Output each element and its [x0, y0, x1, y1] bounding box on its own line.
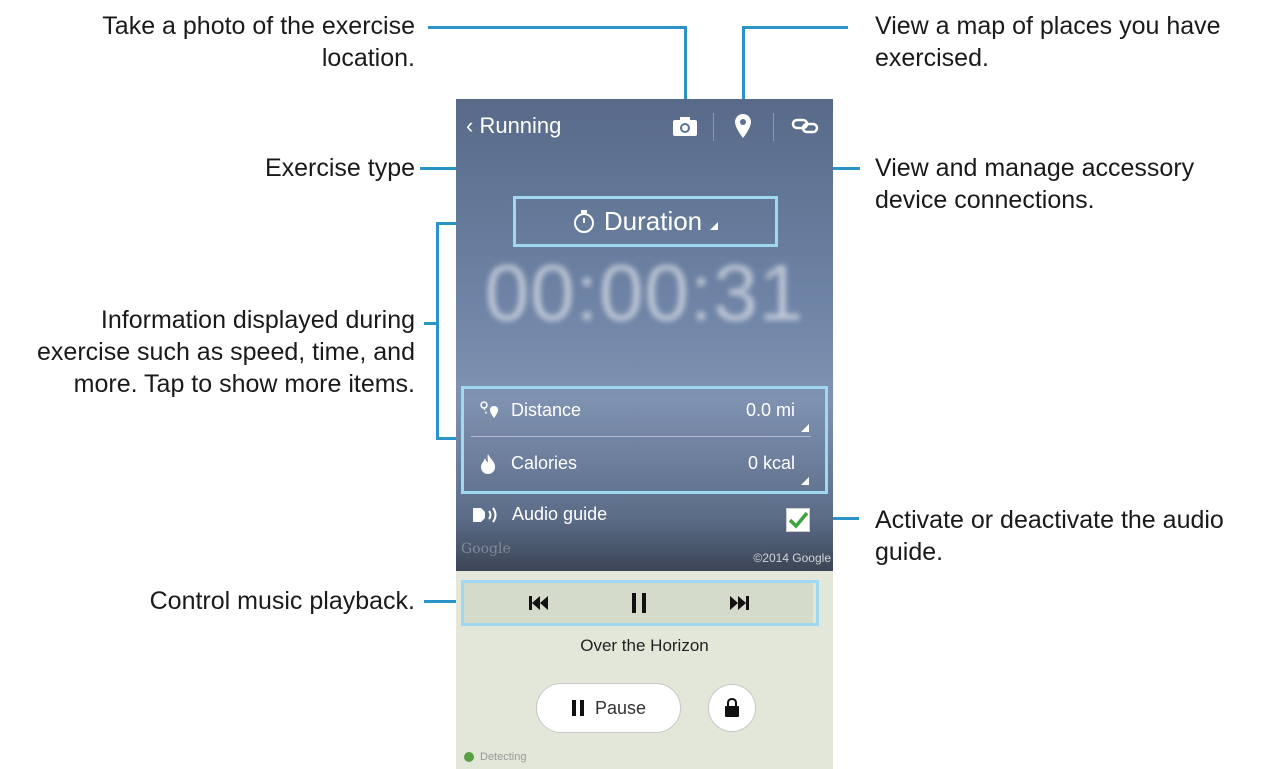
duration-label: Duration: [603, 205, 703, 236]
callout-music: Control music playback.: [60, 585, 415, 617]
callout-map: View a map of places you have exercised.: [875, 10, 1275, 74]
callout-accessory-line2: device connections.: [875, 186, 1095, 214]
callout-accessory-line1: View and manage accessory: [875, 154, 1195, 182]
camera-icon: [673, 117, 697, 136]
duration-selector[interactable]: Duration: [516, 197, 774, 245]
top-separator-2: [773, 113, 774, 141]
callout-line-map-h: [742, 26, 848, 29]
back-button[interactable]: ‹ Running: [466, 113, 561, 139]
callout-info-line1: Information displayed during: [100, 306, 415, 334]
flame-icon: [479, 453, 497, 480]
callout-photo-line2: location.: [321, 44, 415, 72]
timer-display: 00:00:31: [484, 248, 805, 337]
stopwatch-icon: [573, 210, 594, 233]
song-title: Over the Horizon: [580, 636, 709, 655]
phone-screen: ‹ Running Duration 00:00:31 Distance 0.0…: [456, 99, 833, 769]
corner-triangle-icon: [801, 477, 809, 485]
google-watermark: Google: [461, 541, 511, 557]
calories-label: Calories: [511, 453, 578, 473]
info-row-distance[interactable]: Distance 0.0 mi: [471, 386, 811, 436]
callout-type: Exercise type: [100, 152, 415, 184]
camera-button[interactable]: [668, 111, 702, 141]
pause-icon: [571, 700, 584, 716]
music-highlight: [461, 580, 819, 626]
map-button[interactable]: [726, 111, 760, 141]
top-bar: ‹ Running: [456, 99, 833, 155]
bottom-panel: Over the Horizon Pause Detecting: [456, 571, 833, 769]
callout-photo: Take a photo of the exercise location.: [40, 10, 415, 74]
exercise-type-label: Running: [479, 113, 562, 138]
checkmark-icon: [788, 511, 809, 529]
distance-value: 0.0 mi: [745, 400, 795, 420]
link-icon: [791, 118, 819, 134]
calories-value: 0 kcal: [747, 453, 795, 473]
callout-line-info-v: [436, 222, 439, 440]
audio-guide-label: Audio guide: [512, 504, 608, 524]
corner-triangle-icon: [801, 424, 809, 432]
gps-status: Detecting: [464, 751, 526, 763]
callout-audio-line1: Activate or deactivate the audio: [875, 506, 1224, 534]
callout-music-line: Control music playback.: [149, 587, 415, 615]
callout-audio-line2: guide.: [875, 538, 944, 566]
callout-map-line1: View a map of places you have: [875, 12, 1221, 40]
callout-map-line2: exercised.: [875, 44, 989, 72]
map-copyright: ©2014 Google: [753, 551, 831, 565]
detecting-label: Detecting: [480, 751, 527, 763]
audio-guide-checkbox[interactable]: [786, 508, 810, 532]
route-pin-icon: [479, 400, 501, 427]
callout-line-info-stub: [424, 322, 438, 325]
callout-accessory: View and manage accessory device connect…: [875, 152, 1275, 216]
callout-info-line3: more. Tap to show more items.: [73, 370, 415, 398]
chevron-left-icon: ‹: [466, 113, 474, 138]
speaker-icon: [473, 507, 497, 523]
callout-photo-line1: Take a photo of the exercise: [102, 12, 415, 40]
info-divider: [471, 436, 811, 437]
pause-workout-button[interactable]: Pause: [536, 683, 681, 733]
accessory-button[interactable]: [788, 111, 822, 141]
lock-button[interactable]: [708, 684, 756, 732]
dropdown-triangle-icon: [710, 222, 719, 230]
callout-info-line2: exercise such as speed, time, and: [37, 338, 415, 366]
distance-label: Distance: [511, 400, 582, 420]
callout-type-line: Exercise type: [264, 154, 415, 182]
lock-icon: [725, 698, 739, 717]
audio-guide-row: Audio guide: [471, 504, 607, 536]
callout-line-photo: [428, 26, 686, 29]
map-pin-icon: [735, 114, 751, 138]
gps-dot-icon: [464, 752, 474, 762]
pause-label: Pause: [594, 697, 647, 718]
info-row-calories[interactable]: Calories 0 kcal: [471, 439, 811, 489]
top-separator-1: [713, 113, 714, 141]
callout-audio: Activate or deactivate the audio guide.: [875, 504, 1275, 568]
callout-info: Information displayed during exercise su…: [0, 304, 415, 400]
